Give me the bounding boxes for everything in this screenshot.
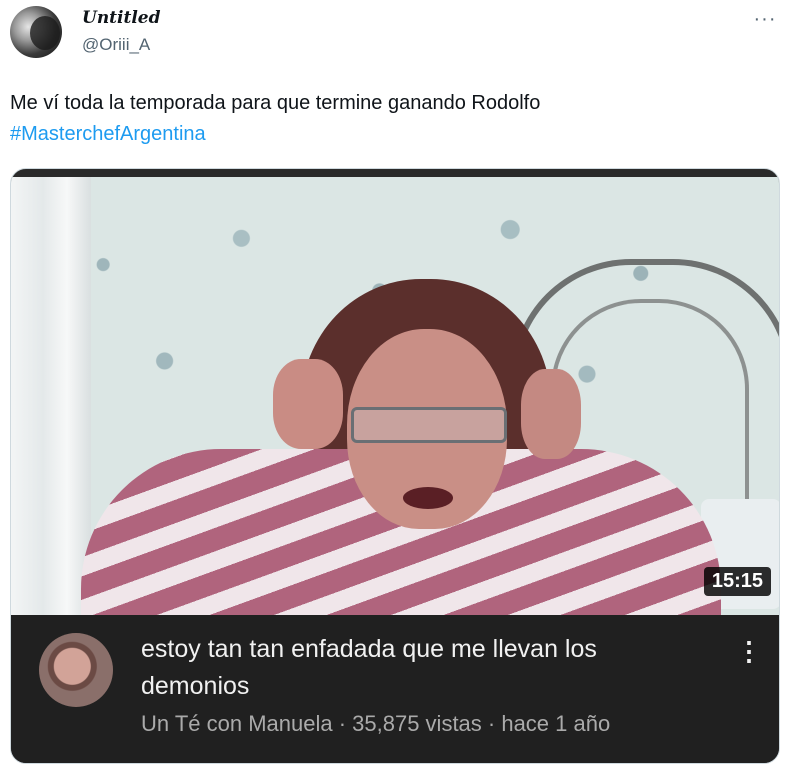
duration-badge: 15:15 <box>703 567 771 596</box>
avatar-shade <box>30 16 60 50</box>
hashtag-link[interactable]: #MasterchefArgentina <box>10 119 770 150</box>
video-title[interactable]: estoy tan tan enfadada que me llevan los… <box>141 631 711 705</box>
curtain <box>11 177 91 615</box>
more-vertical-icon[interactable]: ⋮ <box>736 633 762 669</box>
more-horizontal-icon: ··· <box>753 7 777 30</box>
tweet-body: Me ví toda la temporada para que termine… <box>10 92 541 114</box>
glasses <box>351 407 507 443</box>
user-handle[interactable]: @Oriii_A <box>82 35 150 55</box>
video-info-panel: estoy tan tan enfadada que me llevan los… <box>11 615 779 763</box>
channel-avatar[interactable] <box>39 633 113 707</box>
open-mouth <box>403 487 453 509</box>
video-meta: Un Té con Manuela · 35,875 vistas · hace… <box>141 711 611 736</box>
right-hand <box>521 369 581 459</box>
more-options-button[interactable]: ··· <box>752 6 778 32</box>
author-avatar[interactable] <box>10 6 62 58</box>
display-name[interactable]: Untitled <box>82 8 161 28</box>
video-thumbnail[interactable]: 15:15 <box>11 169 779 615</box>
media-card[interactable]: 15:15 estoy tan tan enfadada que me llev… <box>10 168 780 764</box>
top-strip <box>11 169 779 177</box>
tweet-text: Me ví toda la temporada para que termine… <box>10 88 770 150</box>
left-hand <box>273 359 343 449</box>
